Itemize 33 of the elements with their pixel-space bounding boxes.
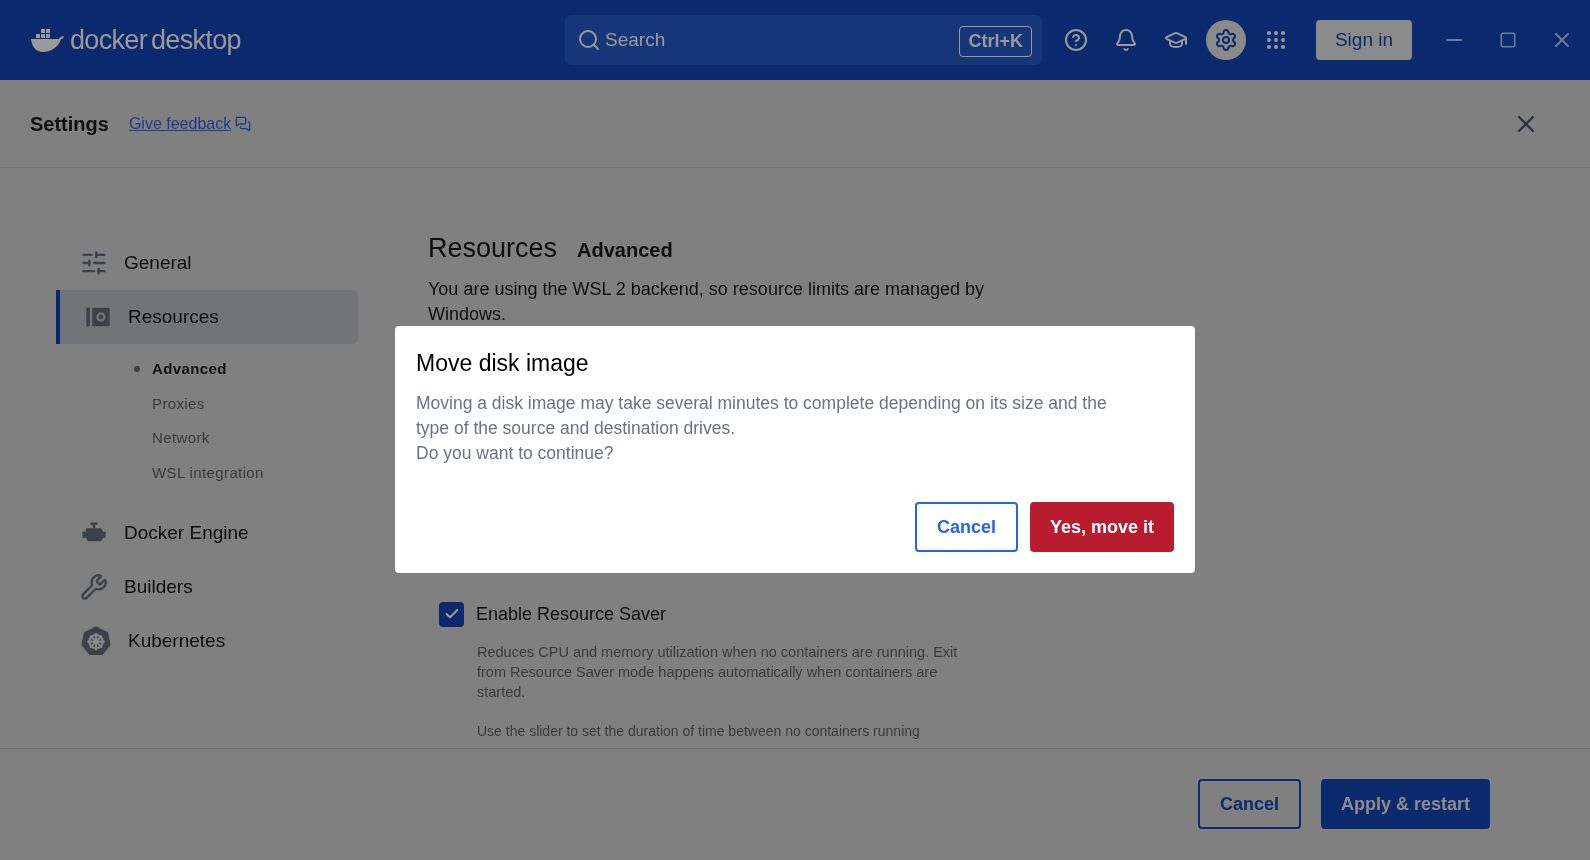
search-icon	[577, 28, 601, 52]
slider-hint: Use the slider to set the duration of time between no containers running	[477, 721, 921, 741]
cancel-button[interactable]: Cancel	[1197, 779, 1301, 829]
shortcut-key: Ctrl+K	[959, 26, 1032, 57]
feedback-link[interactable]: Give feedback	[128, 111, 232, 136]
sign-in-button[interactable]: Sign in	[1316, 20, 1412, 60]
section-title: Resources	[428, 232, 558, 265]
chat-icon	[235, 115, 252, 132]
logo-text: docker	[70, 23, 147, 57]
logo-product-text: desktop	[151, 23, 241, 57]
settings-icon[interactable]	[1206, 20, 1246, 60]
sliders-icon	[80, 249, 108, 277]
apply-button[interactable]: Apply & restart	[1320, 779, 1490, 829]
checkbox[interactable]	[439, 601, 464, 627]
dialog-message: Do you want to continue?	[416, 441, 615, 465]
sidebar-item[interactable]: General	[56, 236, 358, 290]
dialog-title: Move disk image	[416, 349, 590, 378]
sidebar-item[interactable]: Kubernetes	[56, 614, 358, 668]
maximize-icon[interactable]	[1499, 31, 1517, 49]
cancel-button[interactable]: Cancel	[914, 502, 1018, 552]
description-text: Reduces CPU and memory utilization when no containers are running. Exit from Resource Saver mode happens automatically when containers are started.	[477, 642, 959, 702]
confirm-button[interactable]: Yes, move it	[1029, 502, 1174, 552]
whale-logo-icon	[30, 27, 66, 53]
dialog-message: Moving a disk image may take several minutes to complete depending on its size and the type of the source and destination drives.	[416, 391, 1108, 440]
notice-text: You are using the WSL 2 backend, so resource limits are managed by Windows.	[428, 277, 985, 326]
checkbox-label: Enable Resource Saver	[476, 602, 667, 626]
sidebar-item[interactable]: Resources	[56, 290, 358, 344]
sidebar-item[interactable]: Builders	[56, 560, 358, 614]
ship-wheel-icon	[80, 625, 112, 657]
section-subtitle: Advanced	[577, 238, 673, 263]
wrench-icon	[80, 573, 108, 601]
page-title: Settings	[30, 111, 109, 137]
sidebar-item[interactable]: Docker Engine	[56, 506, 358, 560]
